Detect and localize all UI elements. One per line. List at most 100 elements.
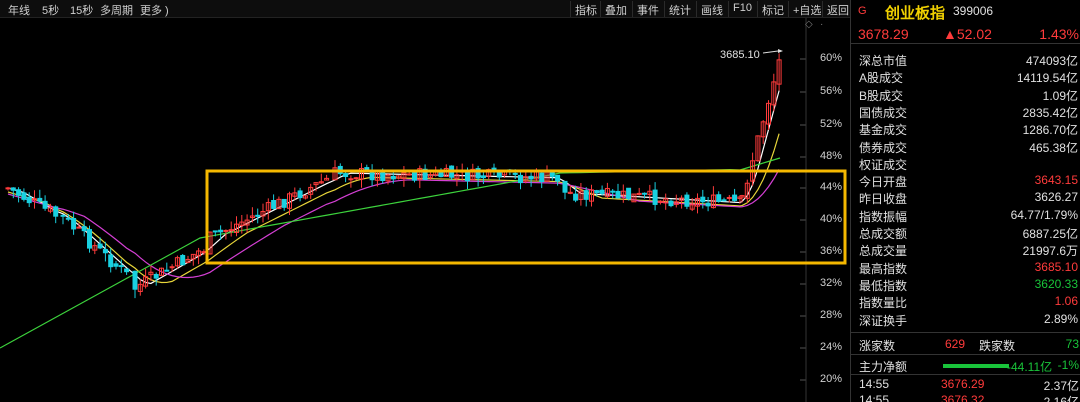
tool-f10[interactable]: F10 [728, 1, 756, 17]
tool-draw[interactable]: 画线 [696, 1, 727, 17]
main-net-row: 主力净额 -44.11亿 -1% [851, 354, 1080, 374]
candle-body [297, 190, 303, 199]
tool-back[interactable]: 返回 [822, 1, 853, 17]
candle-body [562, 180, 568, 193]
tick-time: 14:55 [859, 377, 890, 391]
candle-body [465, 172, 470, 182]
tool-mark[interactable]: 标记 [757, 1, 788, 17]
candle-body [281, 198, 287, 208]
candle-body [118, 265, 124, 268]
candle-body [228, 229, 234, 232]
up-count-label: 涨家数 [859, 339, 896, 353]
stat-value: 21997.6万 [1022, 244, 1078, 259]
candle-body [212, 230, 218, 233]
tick-time: 14:55 [859, 393, 890, 402]
period-multi[interactable]: 多周期 [100, 2, 133, 18]
chart-toolbar: 年线 5秒 15秒 多周期 更多 ) 指标 叠加 事件 统计 画线 F10 标记… [0, 0, 850, 18]
tick-volume: 2.16亿 [1043, 395, 1079, 402]
price-row: 3678.29 ▲52.02 1.43% [851, 24, 1080, 44]
tool-event[interactable]: 事件 [632, 1, 663, 17]
candle-body [496, 172, 502, 178]
stat-label: 最低指数 [859, 278, 908, 293]
main-net-pct: -1% [1057, 358, 1079, 372]
percent-tick: 56% [819, 85, 842, 97]
stat-value: 3620.33 [1034, 276, 1078, 291]
period-year[interactable]: 年线 [8, 2, 30, 18]
stat-label: 权证成交 [859, 157, 908, 172]
candle-body [583, 190, 589, 200]
stat-value: 1286.70亿 [1022, 123, 1078, 138]
percent-tick: 60% [819, 52, 842, 64]
candle-body [528, 175, 534, 180]
tool-overlay[interactable]: 叠加 [600, 1, 631, 17]
tool-indicator[interactable]: 指标 [570, 1, 601, 17]
candle-body [594, 190, 600, 194]
candle-body [615, 190, 621, 199]
tick-volume: 2.37亿 [1043, 379, 1079, 393]
percent-tick: 36% [819, 245, 842, 257]
candle-body [353, 177, 359, 180]
candle-body [657, 200, 663, 203]
candle-body [271, 199, 277, 209]
candle-body [87, 229, 92, 249]
ma10-line [7, 133, 780, 284]
percent-tick: 52% [819, 118, 842, 130]
stat-label: 深总市值 [859, 54, 908, 68]
tool-add-watchlist[interactable]: +自选 [788, 1, 825, 17]
peak-value-label: 3685.10 [720, 49, 760, 61]
main-net-label: 主力净额 [859, 360, 908, 374]
candle-body [652, 189, 658, 205]
candle-body [732, 194, 738, 201]
stat-value: 465.38亿 [1029, 140, 1078, 155]
period-5s[interactable]: 5秒 [42, 2, 59, 18]
period-15s[interactable]: 15秒 [70, 2, 93, 18]
candle-body [223, 229, 229, 232]
stat-label: 指数量比 [859, 296, 908, 311]
percent-tick: 20% [819, 373, 842, 385]
candle-body [124, 268, 130, 273]
percent-tick: 48% [819, 150, 842, 162]
kline-chart[interactable]: ◇ · 3685.10 60% 56% 52% 48% 44% 40% 36% 32% 28% 2… [0, 18, 850, 402]
candle-body [626, 187, 632, 200]
stat-value: 6887.25亿 [1022, 227, 1078, 241]
stat-label: 债券成交 [859, 140, 908, 155]
candle-body [726, 196, 732, 199]
candle-body [518, 174, 523, 184]
candle-body [5, 187, 11, 190]
candle-body [348, 178, 354, 181]
candle-body [255, 214, 261, 217]
current-price: 3678.29 [858, 26, 909, 42]
percent-tick: 28% [819, 309, 842, 321]
percent-tick: 44% [819, 181, 842, 193]
tool-stats[interactable]: 统计 [664, 1, 695, 17]
diamond-icon[interactable]: ◇ [805, 19, 813, 30]
stat-value: 64.77/1.79% [1010, 207, 1078, 222]
candle-body [599, 189, 605, 194]
stat-value: 2.89% [1043, 311, 1078, 326]
period-more[interactable]: 更多 ) [140, 2, 169, 18]
candle-body [573, 193, 579, 201]
candle-body [218, 229, 224, 233]
percent-tick: 40% [819, 213, 842, 225]
stat-label: 深证换手 [859, 313, 908, 328]
stat-label: 基金成交 [859, 123, 908, 138]
candle-body [153, 273, 159, 279]
candle-body [700, 196, 706, 203]
candle-body [438, 172, 444, 178]
candle-body [81, 226, 87, 232]
down-count-label: 跌家数 [979, 339, 1016, 353]
candle-body [10, 187, 16, 191]
percent-tick: 32% [819, 277, 842, 289]
down-count: 73 [1065, 337, 1079, 351]
more-dots-icon[interactable]: · [820, 19, 823, 30]
quote-panel: G 创业板指 399006 3678.29 ▲52.02 1.43% 深总市值 4… [850, 0, 1080, 402]
stat-label: 今日开盘 [859, 175, 908, 190]
candle-body [390, 175, 396, 180]
main-net-value: -44.11亿 [1007, 360, 1053, 374]
stat-value: 474093亿 [1025, 54, 1078, 68]
stat-label: B股成交 [859, 88, 904, 103]
stat-label: 指数振幅 [859, 209, 908, 224]
stat-label: 总成交量 [859, 244, 908, 259]
tick-row: 14:55 3676.32 2.16亿 [851, 393, 1080, 402]
candle-body [76, 226, 82, 229]
